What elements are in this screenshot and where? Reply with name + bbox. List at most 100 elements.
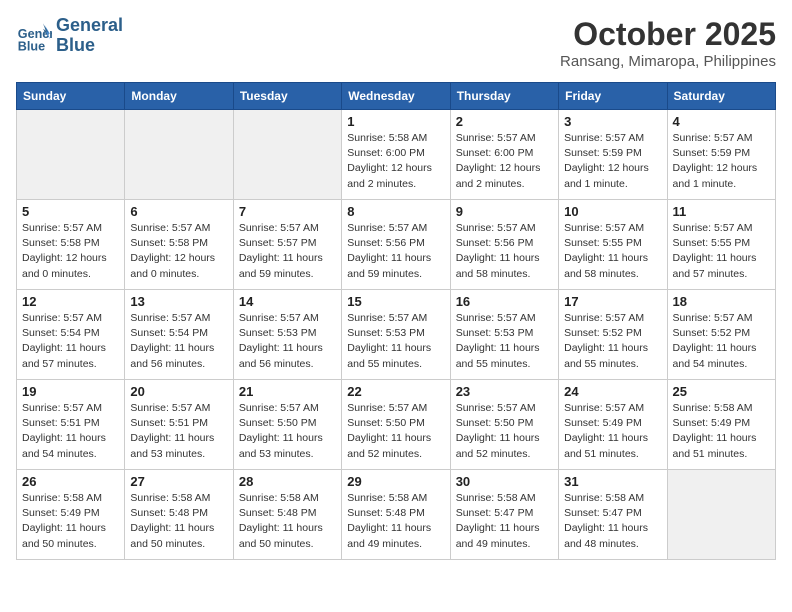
day-info: Sunrise: 5:57 AM Sunset: 5:52 PM Dayligh… [564,311,661,372]
day-number: 8 [347,204,444,219]
day-info: Sunrise: 5:57 AM Sunset: 5:53 PM Dayligh… [347,311,444,372]
day-number: 28 [239,474,336,489]
column-header-thursday: Thursday [450,83,558,110]
calendar-cell [667,470,775,560]
calendar-cell: 2 Sunrise: 5:57 AM Sunset: 6:00 PM Daylig… [450,110,558,200]
day-info: Sunrise: 5:57 AM Sunset: 5:52 PM Dayligh… [673,311,770,372]
day-info: Sunrise: 5:58 AM Sunset: 5:48 PM Dayligh… [347,491,444,552]
day-number: 20 [130,384,227,399]
calendar-cell: 19Sunrise: 5:57 AM Sunset: 5:51 PM Dayli… [17,380,125,470]
column-header-monday: Monday [125,83,233,110]
page-header: General Blue General Blue October 2025 R… [16,16,776,70]
calendar-cell: 14 Sunrise: 5:57 AM Sunset: 5:53 PM Dayli… [233,290,341,380]
calendar-cell: 7 Sunrise: 5:57 AM Sunset: 5:57 PM Daylig… [233,200,341,290]
day-number: 9 [456,204,553,219]
calendar-cell: 10Sunrise: 5:57 AM Sunset: 5:55 PM Dayli… [559,200,667,290]
calendar-cell: 1Sunrise: 5:58 AM Sunset: 6:00 PM Daylig… [342,110,450,200]
column-header-tuesday: Tuesday [233,83,341,110]
day-number: 21 [239,384,336,399]
day-info: Sunrise: 5:57 AM Sunset: 5:55 PM Dayligh… [564,221,661,282]
calendar-cell [17,110,125,200]
day-info: Sunrise: 5:57 AM Sunset: 5:59 PM Dayligh… [564,131,661,192]
location: Ransang, Mimaropa, Philippines [560,53,776,70]
day-number: 31 [564,474,661,489]
day-info: Sunrise: 5:58 AM Sunset: 5:49 PM Dayligh… [22,491,119,552]
calendar-cell: 21 Sunrise: 5:57 AM Sunset: 5:50 PM Dayli… [233,380,341,470]
day-number: 12 [22,294,119,309]
calendar-cell: 15 Sunrise: 5:57 AM Sunset: 5:53 PM Dayli… [342,290,450,380]
day-number: 16 [456,294,553,309]
calendar-cell: 26 Sunrise: 5:58 AM Sunset: 5:49 PM Dayli… [17,470,125,560]
calendar-cell: 12 Sunrise: 5:57 AM Sunset: 5:54 PM Dayli… [17,290,125,380]
day-info: Sunrise: 5:58 AM Sunset: 5:47 PM Dayligh… [456,491,553,552]
calendar-cell: 25Sunrise: 5:58 AM Sunset: 5:49 PM Dayli… [667,380,775,470]
day-number: 7 [239,204,336,219]
day-number: 27 [130,474,227,489]
calendar-cell: 30 Sunrise: 5:58 AM Sunset: 5:47 PM Dayli… [450,470,558,560]
day-info: Sunrise: 5:57 AM Sunset: 5:54 PM Dayligh… [22,311,119,372]
day-number: 22 [347,384,444,399]
week-row-2: 5 Sunrise: 5:57 AM Sunset: 5:58 PM Daylig… [17,200,776,290]
day-number: 30 [456,474,553,489]
calendar-cell: 8 Sunrise: 5:57 AM Sunset: 5:56 PM Daylig… [342,200,450,290]
day-number: 26 [22,474,119,489]
day-number: 17 [564,294,661,309]
day-info: Sunrise: 5:57 AM Sunset: 5:50 PM Dayligh… [239,401,336,462]
calendar-cell [125,110,233,200]
day-info: Sunrise: 5:58 AM Sunset: 5:49 PM Dayligh… [673,401,770,462]
column-header-wednesday: Wednesday [342,83,450,110]
title-block: October 2025 Ransang, Mimaropa, Philippi… [560,16,776,70]
calendar-cell: 3 Sunrise: 5:57 AM Sunset: 5:59 PM Daylig… [559,110,667,200]
day-number: 5 [22,204,119,219]
week-row-3: 12 Sunrise: 5:57 AM Sunset: 5:54 PM Dayli… [17,290,776,380]
calendar-cell: 20 Sunrise: 5:57 AM Sunset: 5:51 PM Dayli… [125,380,233,470]
week-row-4: 19 Sunrise: 5:57 AM Sunset: 5:51 PM Dayli… [17,380,776,470]
calendar-cell: 22 Sunrise: 5:57 AM Sunset: 5:50 PM Dayli… [342,380,450,470]
day-info: Sunrise: 5:58 AM Sunset: 6:00 PM Dayligh… [347,131,444,192]
day-info: Sunrise: 5:57 AM Sunset: 5:54 PM Dayligh… [130,311,227,372]
day-number: 14 [239,294,336,309]
calendar-cell: 6Sunrise: 5:57 AM Sunset: 5:58 PM Daylig… [125,200,233,290]
day-info: Sunrise: 5:57 AM Sunset: 5:53 PM Dayligh… [239,311,336,372]
week-row-5: 26 Sunrise: 5:58 AM Sunset: 5:49 PM Dayli… [17,470,776,560]
calendar-cell: 11 Sunrise: 5:57 AM Sunset: 5:55 PM Dayli… [667,200,775,290]
calendar-cell: 13 Sunrise: 5:57 AM Sunset: 5:54 PM Dayli… [125,290,233,380]
calendar-cell: 29 Sunrise: 5:58 AM Sunset: 5:48 PM Dayli… [342,470,450,560]
day-info: Sunrise: 5:57 AM Sunset: 5:57 PM Dayligh… [239,221,336,282]
day-number: 15 [347,294,444,309]
day-info: Sunrise: 5:57 AM Sunset: 5:56 PM Dayligh… [456,221,553,282]
calendar-cell: 4 Sunrise: 5:57 AM Sunset: 5:59 PM Daylig… [667,110,775,200]
day-info: Sunrise: 5:57 AM Sunset: 5:58 PM Dayligh… [130,221,227,282]
day-info: Sunrise: 5:57 AM Sunset: 5:56 PM Dayligh… [347,221,444,282]
day-info: Sunrise: 5:58 AM Sunset: 5:48 PM Dayligh… [130,491,227,552]
calendar-header-row: SundayMondayTuesdayWednesdayThursdayFrid… [17,83,776,110]
calendar-cell: 31 Sunrise: 5:58 AM Sunset: 5:47 PM Dayli… [559,470,667,560]
week-row-1: 1Sunrise: 5:58 AM Sunset: 6:00 PM Daylig… [17,110,776,200]
day-info: Sunrise: 5:57 AM Sunset: 5:59 PM Dayligh… [673,131,770,192]
calendar-cell: 18 Sunrise: 5:57 AM Sunset: 5:52 PM Dayli… [667,290,775,380]
day-number: 29 [347,474,444,489]
day-info: Sunrise: 5:57 AM Sunset: 5:51 PM Dayligh… [130,401,227,462]
day-info: Sunrise: 5:58 AM Sunset: 5:48 PM Dayligh… [239,491,336,552]
day-number: 4 [673,114,770,129]
calendar-cell: 17 Sunrise: 5:57 AM Sunset: 5:52 PM Dayli… [559,290,667,380]
day-info: Sunrise: 5:57 AM Sunset: 5:50 PM Dayligh… [456,401,553,462]
month-title: October 2025 [560,16,776,53]
day-info: Sunrise: 5:57 AM Sunset: 5:53 PM Dayligh… [456,311,553,372]
day-number: 3 [564,114,661,129]
logo-text-line2: Blue [56,36,123,56]
day-info: Sunrise: 5:57 AM Sunset: 5:55 PM Dayligh… [673,221,770,282]
column-header-sunday: Sunday [17,83,125,110]
day-info: Sunrise: 5:57 AM Sunset: 5:50 PM Dayligh… [347,401,444,462]
day-number: 2 [456,114,553,129]
column-header-saturday: Saturday [667,83,775,110]
day-info: Sunrise: 5:57 AM Sunset: 5:58 PM Dayligh… [22,221,119,282]
day-number: 11 [673,204,770,219]
day-info: Sunrise: 5:58 AM Sunset: 5:47 PM Dayligh… [564,491,661,552]
logo-text-line1: General [56,16,123,36]
day-number: 18 [673,294,770,309]
day-number: 13 [130,294,227,309]
calendar-cell: 23Sunrise: 5:57 AM Sunset: 5:50 PM Dayli… [450,380,558,470]
day-info: Sunrise: 5:57 AM Sunset: 6:00 PM Dayligh… [456,131,553,192]
day-number: 19 [22,384,119,399]
